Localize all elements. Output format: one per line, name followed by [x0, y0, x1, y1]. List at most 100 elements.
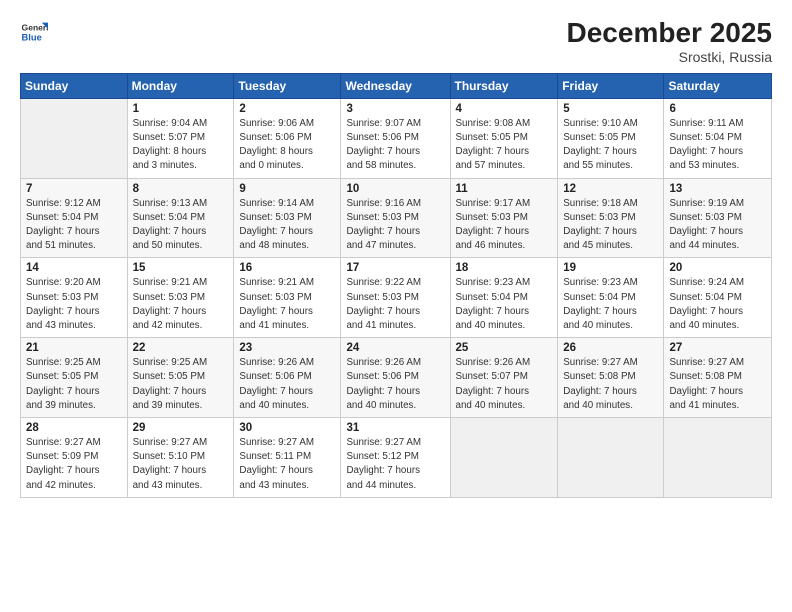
- day-info: Sunrise: 9:10 AMSunset: 5:05 PMDaylight:…: [563, 117, 658, 174]
- day-number: 1: [133, 103, 229, 115]
- table-row: 30 Sunrise: 9:27 AMSunset: 5:11 PMDayligh…: [234, 418, 341, 498]
- day-info: Sunrise: 9:18 AMSunset: 5:03 PMDaylight:…: [563, 197, 658, 254]
- day-info: Sunrise: 9:27 AMSunset: 5:08 PMDaylight:…: [563, 356, 658, 413]
- day-number: 3: [346, 103, 444, 115]
- table-row: 13 Sunrise: 9:19 AMSunset: 5:03 PMDayligh…: [664, 178, 772, 258]
- col-saturday: Saturday: [664, 73, 772, 98]
- table-row: 16Sunrise: 9:21 AMSunset: 5:03 PMDayligh…: [234, 258, 341, 338]
- title-block: December 2025 Srostki, Russia: [567, 18, 772, 65]
- table-row: 14 Sunrise: 9:20 AMSunset: 5:03 PMDayligh…: [21, 258, 128, 338]
- month-title: December 2025: [567, 18, 772, 49]
- day-info: Sunrise: 9:27 AMSunset: 5:09 PMDaylight:…: [26, 436, 122, 493]
- col-friday: Friday: [558, 73, 664, 98]
- day-info: Sunrise: 9:20 AMSunset: 5:03 PMDaylight:…: [26, 276, 122, 333]
- table-row: 8 Sunrise: 9:13 AMSunset: 5:04 PMDaylight…: [127, 178, 234, 258]
- day-number: 17: [346, 262, 444, 274]
- day-number: 6: [669, 103, 766, 115]
- day-number: 23: [239, 342, 335, 354]
- table-row: 2 Sunrise: 9:06 AMSunset: 5:06 PMDaylight…: [234, 98, 341, 178]
- day-number: 20: [669, 262, 766, 274]
- day-number: 15: [133, 262, 229, 274]
- table-row: 5 Sunrise: 9:10 AMSunset: 5:05 PMDaylight…: [558, 98, 664, 178]
- day-number: 13: [669, 183, 766, 195]
- col-sunday: Sunday: [21, 73, 128, 98]
- table-row: 25 Sunrise: 9:26 AMSunset: 5:07 PMDayligh…: [450, 338, 558, 418]
- day-number: 18: [456, 262, 553, 274]
- table-row: [21, 98, 128, 178]
- table-row: 12 Sunrise: 9:18 AMSunset: 5:03 PMDayligh…: [558, 178, 664, 258]
- table-row: [664, 418, 772, 498]
- day-info: Sunrise: 9:07 AMSunset: 5:06 PMDaylight:…: [346, 117, 444, 174]
- svg-text:Blue: Blue: [22, 33, 42, 43]
- logo-icon: General Blue: [20, 18, 48, 46]
- day-info: Sunrise: 9:25 AMSunset: 5:05 PMDaylight:…: [26, 356, 122, 413]
- day-info: Sunrise: 9:25 AMSunset: 5:05 PMDaylight:…: [133, 356, 229, 413]
- table-row: 6Sunrise: 9:11 AMSunset: 5:04 PMDaylight…: [664, 98, 772, 178]
- logo: General Blue: [20, 18, 48, 46]
- day-info: Sunrise: 9:23 AMSunset: 5:04 PMDaylight:…: [563, 276, 658, 333]
- day-info: Sunrise: 9:26 AMSunset: 5:06 PMDaylight:…: [239, 356, 335, 413]
- table-row: 22 Sunrise: 9:25 AMSunset: 5:05 PMDayligh…: [127, 338, 234, 418]
- day-number: 11: [456, 183, 553, 195]
- table-row: 19 Sunrise: 9:23 AMSunset: 5:04 PMDayligh…: [558, 258, 664, 338]
- table-row: 15 Sunrise: 9:21 AMSunset: 5:03 PMDayligh…: [127, 258, 234, 338]
- col-monday: Monday: [127, 73, 234, 98]
- table-row: 17 Sunrise: 9:22 AMSunset: 5:03 PMDayligh…: [341, 258, 450, 338]
- day-number: 25: [456, 342, 553, 354]
- col-tuesday: Tuesday: [234, 73, 341, 98]
- day-number: 8: [133, 183, 229, 195]
- day-info: Sunrise: 9:14 AMSunset: 5:03 PMDaylight:…: [239, 197, 335, 254]
- day-number: 21: [26, 342, 122, 354]
- day-number: 19: [563, 262, 658, 274]
- table-row: 23 Sunrise: 9:26 AMSunset: 5:06 PMDayligh…: [234, 338, 341, 418]
- table-row: 28 Sunrise: 9:27 AMSunset: 5:09 PMDayligh…: [21, 418, 128, 498]
- table-row: 31Sunrise: 9:27 AMSunset: 5:12 PMDayligh…: [341, 418, 450, 498]
- table-row: 18 Sunrise: 9:23 AMSunset: 5:04 PMDayligh…: [450, 258, 558, 338]
- table-row: 7 Sunrise: 9:12 AMSunset: 5:04 PMDaylight…: [21, 178, 128, 258]
- day-info: Sunrise: 9:04 AMSunset: 5:07 PMDaylight:…: [133, 117, 229, 174]
- table-row: 9Sunrise: 9:14 AMSunset: 5:03 PMDaylight…: [234, 178, 341, 258]
- day-number: 28: [26, 422, 122, 434]
- day-number: 4: [456, 103, 553, 115]
- day-number: 30: [239, 422, 335, 434]
- day-info: Sunrise: 9:21 AMSunset: 5:03 PMDaylight:…: [133, 276, 229, 333]
- day-info: Sunrise: 9:24 AMSunset: 5:04 PMDaylight:…: [669, 276, 766, 333]
- day-number: 27: [669, 342, 766, 354]
- day-info: Sunrise: 9:27 AMSunset: 5:12 PMDaylight:…: [346, 436, 444, 493]
- table-row: 20 Sunrise: 9:24 AMSunset: 5:04 PMDayligh…: [664, 258, 772, 338]
- table-row: 11 Sunrise: 9:17 AMSunset: 5:03 PMDayligh…: [450, 178, 558, 258]
- table-row: 29 Sunrise: 9:27 AMSunset: 5:10 PMDayligh…: [127, 418, 234, 498]
- day-info: Sunrise: 9:23 AMSunset: 5:04 PMDaylight:…: [456, 276, 553, 333]
- table-row: 10 Sunrise: 9:16 AMSunset: 5:03 PMDayligh…: [341, 178, 450, 258]
- table-row: [558, 418, 664, 498]
- day-number: 22: [133, 342, 229, 354]
- day-info: Sunrise: 9:26 AMSunset: 5:06 PMDaylight:…: [346, 356, 444, 413]
- day-number: 29: [133, 422, 229, 434]
- day-info: Sunrise: 9:16 AMSunset: 5:03 PMDaylight:…: [346, 197, 444, 254]
- day-number: 10: [346, 183, 444, 195]
- day-number: 5: [563, 103, 658, 115]
- day-number: 14: [26, 262, 122, 274]
- day-info: Sunrise: 9:13 AMSunset: 5:04 PMDaylight:…: [133, 197, 229, 254]
- table-row: 24Sunrise: 9:26 AMSunset: 5:06 PMDayligh…: [341, 338, 450, 418]
- day-info: Sunrise: 9:17 AMSunset: 5:03 PMDaylight:…: [456, 197, 553, 254]
- day-info: Sunrise: 9:21 AMSunset: 5:03 PMDaylight:…: [239, 276, 335, 333]
- calendar: Sunday Monday Tuesday Wednesday Thursday…: [20, 73, 772, 498]
- day-number: 2: [239, 103, 335, 115]
- day-info: Sunrise: 9:06 AMSunset: 5:06 PMDaylight:…: [239, 117, 335, 174]
- day-number: 26: [563, 342, 658, 354]
- table-row: 1 Sunrise: 9:04 AMSunset: 5:07 PMDaylight…: [127, 98, 234, 178]
- day-info: Sunrise: 9:27 AMSunset: 5:10 PMDaylight:…: [133, 436, 229, 493]
- day-info: Sunrise: 9:12 AMSunset: 5:04 PMDaylight:…: [26, 197, 122, 254]
- day-info: Sunrise: 9:19 AMSunset: 5:03 PMDaylight:…: [669, 197, 766, 254]
- day-info: Sunrise: 9:27 AMSunset: 5:08 PMDaylight:…: [669, 356, 766, 413]
- day-info: Sunrise: 9:08 AMSunset: 5:05 PMDaylight:…: [456, 117, 553, 174]
- col-thursday: Thursday: [450, 73, 558, 98]
- table-row: [450, 418, 558, 498]
- table-row: 26 Sunrise: 9:27 AMSunset: 5:08 PMDayligh…: [558, 338, 664, 418]
- day-number: 7: [26, 183, 122, 195]
- day-info: Sunrise: 9:22 AMSunset: 5:03 PMDaylight:…: [346, 276, 444, 333]
- day-info: Sunrise: 9:27 AMSunset: 5:11 PMDaylight:…: [239, 436, 335, 493]
- day-info: Sunrise: 9:26 AMSunset: 5:07 PMDaylight:…: [456, 356, 553, 413]
- day-number: 12: [563, 183, 658, 195]
